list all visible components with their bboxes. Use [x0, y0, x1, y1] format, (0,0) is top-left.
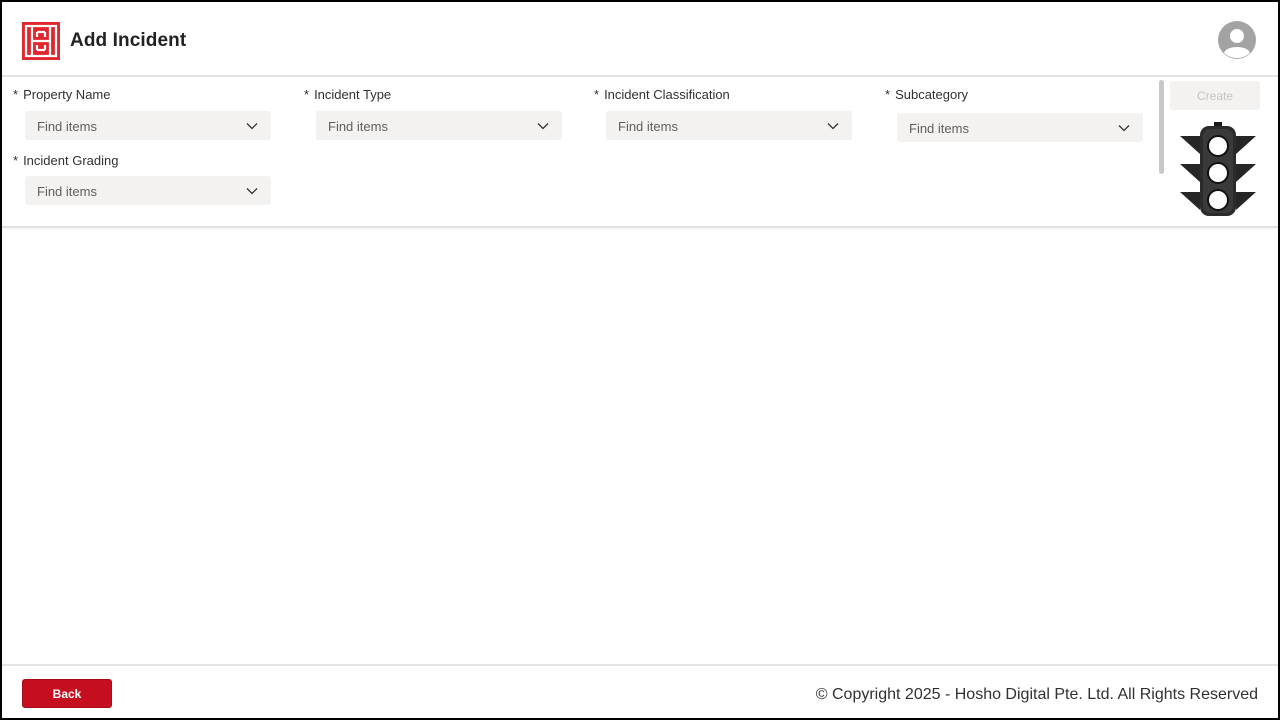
incident-type-placeholder: Find items	[328, 119, 388, 134]
incident-classification-label: Incident Classification	[604, 87, 730, 102]
subcategory-placeholder: Find items	[909, 121, 969, 136]
chevron-down-icon	[537, 123, 549, 130]
chevron-down-icon	[246, 188, 258, 195]
chevron-down-icon	[246, 123, 258, 130]
create-button[interactable]: Create	[1170, 81, 1260, 110]
required-mark: *	[304, 87, 310, 102]
vertical-scrollbar[interactable]	[1159, 80, 1164, 174]
required-mark: *	[885, 87, 891, 102]
incident-grading-placeholder: Find items	[37, 184, 97, 199]
app-window: Add Incident * Property Name Find items *…	[0, 0, 1280, 720]
incident-form: * Property Name Find items * Incident Type…	[2, 77, 1278, 228]
page-title: Add Incident	[70, 30, 187, 51]
chevron-down-icon	[1118, 125, 1130, 132]
copyright-text: © Copyright 2025 - Hosho Digital Pte. Lt…	[815, 686, 1258, 703]
incident-type-dropdown[interactable]: Find items	[316, 111, 562, 140]
footer-divider	[2, 664, 1278, 666]
required-mark: *	[594, 87, 600, 102]
hosho-logo-icon	[22, 22, 60, 60]
incident-classification-placeholder: Find items	[618, 119, 678, 134]
incident-classification-dropdown[interactable]: Find items	[606, 111, 852, 140]
incident-type-label: Incident Type	[314, 87, 392, 102]
subcategory-dropdown[interactable]: Find items	[897, 113, 1143, 142]
required-mark: *	[13, 87, 19, 102]
incident-grading-label: Incident Grading	[23, 153, 119, 168]
back-button[interactable]: Back	[22, 679, 112, 708]
subcategory-label: Subcategory	[895, 87, 969, 102]
app-header: Add Incident	[2, 2, 1278, 76]
chevron-down-icon	[827, 123, 839, 130]
user-avatar-icon[interactable]	[1218, 21, 1256, 59]
required-mark: *	[13, 153, 19, 168]
property-name-label: Property Name	[23, 87, 111, 102]
incident-grading-dropdown[interactable]: Find items	[25, 176, 271, 205]
traffic-light-icon	[1180, 122, 1256, 216]
property-name-placeholder: Find items	[37, 119, 97, 134]
property-name-dropdown[interactable]: Find items	[25, 111, 271, 140]
